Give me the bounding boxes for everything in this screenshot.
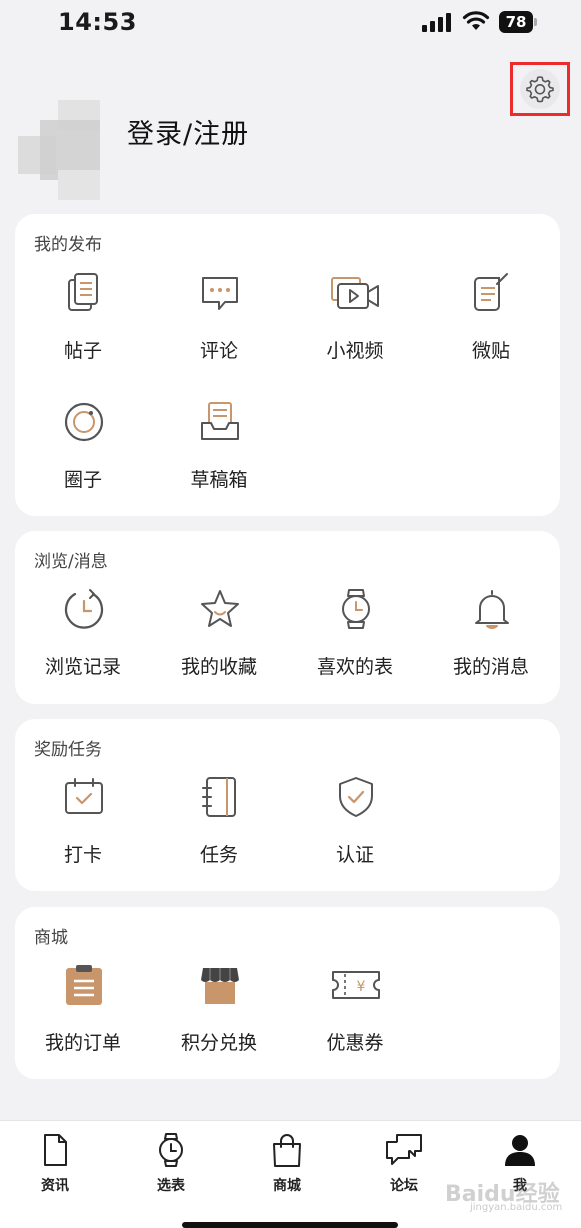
clipboard-icon	[66, 965, 102, 1005]
grid-label: 认证	[335, 844, 374, 866]
section-title: 奖励任务	[34, 740, 102, 760]
grid-label: 小视频	[326, 340, 384, 362]
nav-label: 选表	[157, 1178, 185, 1194]
favorites-item[interactable]: 我的收藏	[151, 588, 287, 698]
section-title: 我的发布	[34, 235, 102, 255]
gear-icon	[526, 76, 554, 103]
battery-level: 78	[499, 11, 533, 33]
history-clock-icon	[64, 589, 104, 629]
notebook-icon	[202, 777, 236, 817]
grid-label: 我的消息	[452, 656, 529, 678]
watch-icon	[159, 1133, 183, 1167]
micro-post-item[interactable]: 微贴	[423, 272, 559, 382]
drafts-box-icon	[201, 402, 239, 440]
grid-label: 我的收藏	[180, 656, 257, 678]
note-edit-icon	[474, 273, 508, 311]
coupons-item[interactable]: ¥ 优惠券	[287, 964, 423, 1074]
login-register-link[interactable]: 登录/注册	[127, 112, 249, 151]
settings-button[interactable]	[510, 62, 570, 116]
status-bar: 14:53 78	[0, 0, 581, 50]
tasks-item[interactable]: 任务	[151, 776, 287, 886]
wifi-icon	[462, 11, 490, 30]
nav-label: 资讯	[41, 1178, 69, 1194]
verification-item[interactable]: 认证	[287, 776, 423, 886]
browse-history-item[interactable]: 浏览记录	[15, 588, 151, 698]
section-title: 浏览/消息	[34, 552, 108, 572]
calendar-check-icon	[65, 778, 103, 814]
document-icon	[44, 1134, 67, 1166]
posts-icon	[68, 273, 98, 311]
grid-label: 优惠券	[326, 1032, 384, 1054]
nav-choose-watch[interactable]: 选表	[131, 1133, 211, 1195]
short-video-item[interactable]: 小视频	[287, 272, 423, 382]
avatar[interactable]	[18, 100, 122, 200]
status-time: 14:53	[58, 8, 137, 36]
grid-label: 我的订单	[44, 1032, 121, 1054]
grid-label: 草稿箱	[190, 469, 248, 491]
circle-item[interactable]: 圈子	[15, 401, 151, 511]
person-icon	[505, 1135, 535, 1166]
grid-label: 评论	[199, 340, 238, 362]
shield-check-icon	[339, 777, 373, 817]
nav-news[interactable]: 资讯	[15, 1133, 95, 1195]
shopping-bag-icon	[273, 1134, 301, 1167]
mall-section: 商城 我的订单 积分兑换 ¥ 优惠券	[15, 907, 560, 1079]
nav-mall[interactable]: 商城	[247, 1133, 327, 1195]
watch-icon	[342, 589, 370, 629]
star-icon	[201, 590, 239, 627]
coupon-ticket-icon: ¥	[332, 971, 380, 999]
grid-label: 圈子	[63, 469, 102, 491]
svg-text:¥: ¥	[357, 979, 366, 995]
browse-messages-section: 浏览/消息 浏览记录 我的收藏 喜欢的表 我的消息	[15, 531, 560, 704]
my-messages-item[interactable]: 我的消息	[423, 588, 559, 698]
comment-bubble-icon	[202, 277, 238, 310]
nav-forum[interactable]: 论坛	[364, 1133, 444, 1195]
grid-label: 任务	[199, 844, 238, 866]
points-exchange-item[interactable]: 积分兑换	[151, 964, 287, 1074]
grid-label: 帖子	[63, 340, 102, 362]
liked-watches-item[interactable]: 喜欢的表	[287, 588, 423, 698]
nav-label: 商城	[273, 1178, 301, 1194]
posts-item[interactable]: 帖子	[15, 272, 151, 382]
grid-label: 打卡	[63, 844, 102, 866]
section-title: 商城	[34, 928, 68, 948]
nav-label: 论坛	[390, 1178, 418, 1194]
check-in-item[interactable]: 打卡	[15, 776, 151, 886]
circle-icon	[64, 402, 104, 442]
signal-icon	[422, 13, 451, 32]
home-indicator	[182, 1222, 398, 1228]
my-orders-item[interactable]: 我的订单	[15, 964, 151, 1074]
video-camera-icon	[331, 277, 379, 309]
chat-bubbles-icon	[386, 1134, 422, 1165]
grid-label: 微贴	[471, 340, 510, 362]
storefront-icon	[201, 968, 239, 1004]
comments-item[interactable]: 评论	[151, 272, 287, 382]
drafts-item[interactable]: 草稿箱	[151, 401, 287, 511]
grid-label: 浏览记录	[44, 656, 121, 678]
my-posts-section: 我的发布 帖子 评论 小视频 微贴 圈子 草稿箱	[15, 214, 560, 516]
bell-icon	[475, 590, 509, 629]
grid-label: 喜欢的表	[316, 656, 393, 678]
grid-label: 积分兑换	[180, 1032, 257, 1054]
battery-icon: 78	[499, 11, 539, 33]
baidu-watermark-url: jingyan.baidu.com	[470, 1202, 563, 1213]
reward-tasks-section: 奖励任务 打卡 任务 认证	[15, 719, 560, 891]
